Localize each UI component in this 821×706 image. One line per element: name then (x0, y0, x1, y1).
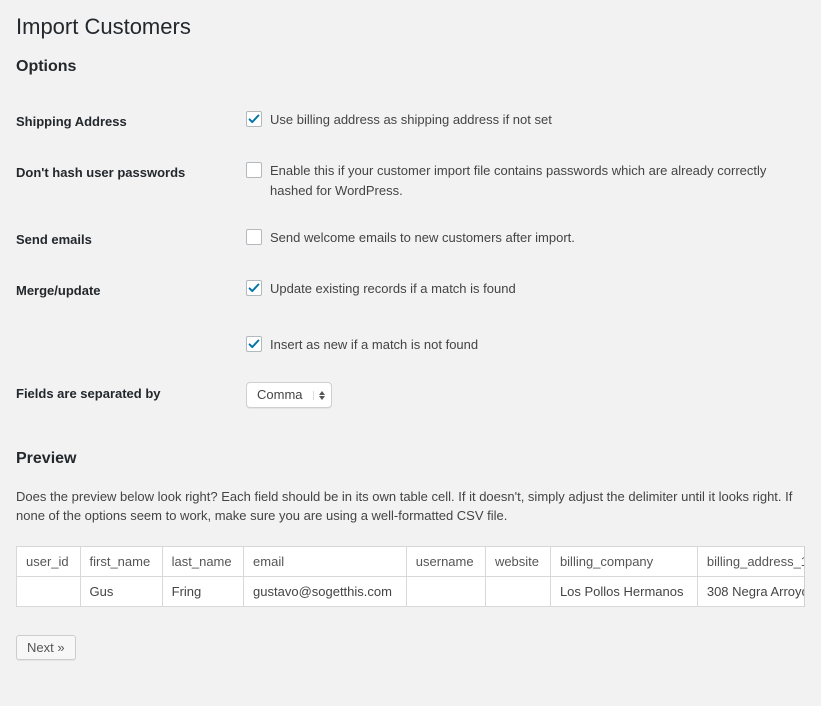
merge-row-label: Merge/update (16, 265, 246, 368)
table-header: billing_company (550, 546, 697, 576)
table-cell (17, 576, 81, 606)
preview-table-container: user_idfirst_namelast_nameemailusernamew… (16, 546, 805, 607)
merge-update-label[interactable]: Update existing records if a match is fo… (270, 279, 805, 299)
table-header: email (244, 546, 407, 576)
table-cell: Fring (162, 576, 243, 606)
emails-checkbox[interactable] (246, 229, 262, 245)
merge-update-checkbox[interactable] (246, 280, 262, 296)
options-heading: Options (16, 58, 805, 76)
merge-insert-label[interactable]: Insert as new if a match is not found (270, 335, 805, 355)
table-header: username (406, 546, 485, 576)
table-cell: Gus (80, 576, 162, 606)
select-stepper-icon (313, 391, 331, 400)
hash-checkbox[interactable] (246, 162, 262, 178)
preview-description: Does the preview below look right? Each … (16, 488, 805, 526)
shipping-checkbox[interactable] (246, 111, 262, 127)
shipping-checkbox-label[interactable]: Use billing address as shipping address … (270, 110, 805, 130)
table-header: website (485, 546, 550, 576)
table-header: billing_address_1 (697, 546, 805, 576)
hash-checkbox-label[interactable]: Enable this if your customer import file… (270, 161, 805, 200)
options-form: Shipping Address Use billing address as … (16, 96, 805, 422)
table-cell (485, 576, 550, 606)
table-cell: Los Pollos Hermanos (550, 576, 697, 606)
table-cell: gustavo@sogetthis.com (244, 576, 407, 606)
emails-checkbox-label[interactable]: Send welcome emails to new customers aft… (270, 228, 805, 248)
table-cell (406, 576, 485, 606)
page-title: Import Customers (16, 14, 805, 40)
next-button[interactable]: Next » (16, 635, 76, 660)
shipping-row-label: Shipping Address (16, 96, 246, 147)
emails-row-label: Send emails (16, 214, 246, 265)
table-header: user_id (17, 546, 81, 576)
table-cell: 308 Negra Arroyo Lane (697, 576, 805, 606)
preview-table: user_idfirst_namelast_nameemailusernamew… (16, 546, 805, 607)
table-row: GusFringgustavo@sogetthis.com Los Pollos … (17, 576, 806, 606)
separator-row-label: Fields are separated by (16, 368, 246, 422)
hash-row-label: Don't hash user passwords (16, 147, 246, 214)
separator-select[interactable]: Comma (246, 382, 332, 408)
table-header: first_name (80, 546, 162, 576)
separator-select-value: Comma (247, 385, 313, 405)
table-header: last_name (162, 546, 243, 576)
preview-heading: Preview (16, 450, 805, 468)
merge-insert-checkbox[interactable] (246, 336, 262, 352)
